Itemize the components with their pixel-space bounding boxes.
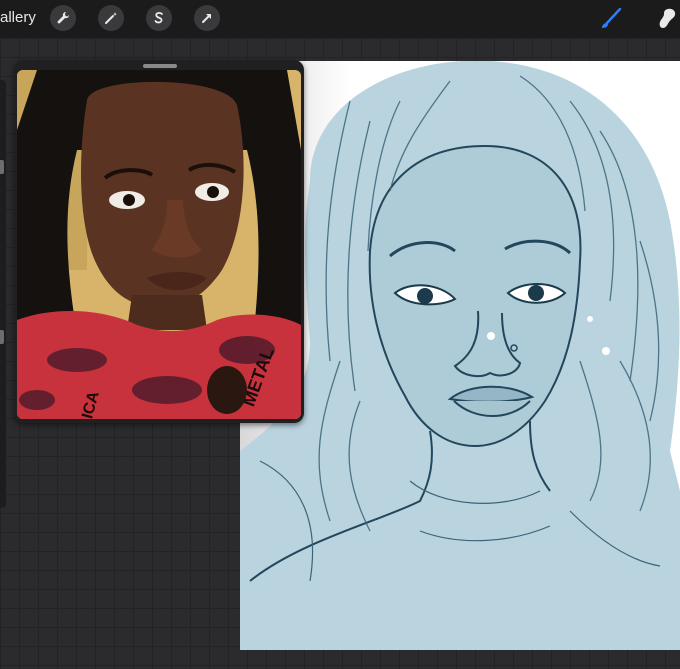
brush-size-slider-handle[interactable] — [0, 160, 4, 174]
portrait-sketch — [240, 61, 680, 650]
adjustments-button[interactable] — [98, 5, 124, 31]
left-sidebar[interactable] — [0, 80, 6, 508]
smudge-icon — [659, 8, 676, 28]
brush-tool-button[interactable] — [598, 6, 624, 32]
transform-button[interactable] — [194, 5, 220, 31]
brush-icon — [602, 7, 622, 28]
reference-photo: METAL LICA — [17, 70, 301, 419]
gallery-button[interactable]: allery — [0, 9, 36, 26]
smudge-tool-button[interactable] — [654, 6, 680, 32]
drawing-canvas[interactable] — [240, 61, 680, 650]
selection-button[interactable] — [146, 5, 172, 31]
top-toolbar: allery — [0, 0, 680, 38]
opacity-slider-handle[interactable] — [0, 330, 4, 344]
magic-wand-icon — [105, 12, 117, 24]
actions-wrench-button[interactable] — [50, 5, 76, 31]
transform-arrow-icon — [202, 14, 211, 23]
selection-s-icon — [154, 12, 163, 24]
wrench-icon — [57, 11, 70, 24]
reference-drag-handle[interactable] — [143, 64, 177, 68]
reference-window[interactable]: METAL LICA — [14, 60, 304, 423]
